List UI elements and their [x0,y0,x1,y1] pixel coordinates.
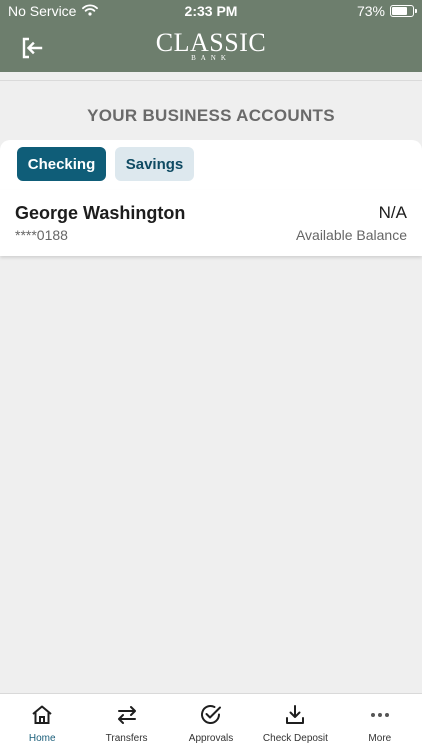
account-balance: N/A [378,203,407,222]
logo-name: CLASSIC [155,28,267,57]
nav-check-deposit[interactable]: Check Deposit [253,694,337,750]
status-right: 73% [356,3,417,19]
tab-checking[interactable]: Checking [17,147,106,181]
account-name: George Washington [15,203,186,223]
status-bar: No Service 2:33 PM 73% [0,0,422,24]
nav-label-transfers: Transfers [105,733,148,744]
check-circle-icon [201,705,222,724]
tab-savings[interactable]: Savings [115,147,194,181]
nav-label-more: More [368,733,392,744]
transfer-icon [117,706,136,724]
account-row[interactable]: George Washington ****0188 N/A Available… [0,190,422,256]
battery-icon [390,5,417,17]
more-icon [370,713,389,717]
nav-label-approvals: Approvals [188,733,234,744]
battery-percent: 73% [356,3,385,19]
logo-sub: BANK [191,54,231,62]
balance-label: Available Balance [295,227,407,243]
account-number: ****0188 [15,227,68,243]
page-title: YOUR BUSINESS ACCOUNTS [87,106,335,125]
app-screen: No Service 2:33 PM 73% CLASSIC BANK YOUR… [0,0,422,750]
nav-more[interactable]: More [338,694,422,750]
app-header: CLASSIC BANK [0,24,422,72]
account-type-tabs: Checking Savings [0,140,422,190]
top-bar: No Service 2:33 PM 73% CLASSIC BANK [0,0,422,72]
bank-logo: CLASSIC BANK [0,28,422,63]
nav-transfers[interactable]: Transfers [84,694,168,750]
home-icon [32,705,52,724]
divider [0,80,422,81]
nav-home[interactable]: Home [0,694,84,750]
nav-label-check-deposit: Check Deposit [262,733,328,744]
bottom-nav: Home Transfers Approvals Check Deposit M… [0,693,422,750]
download-icon [286,705,305,724]
nav-approvals[interactable]: Approvals [169,694,253,750]
nav-label-home: Home [28,733,56,744]
